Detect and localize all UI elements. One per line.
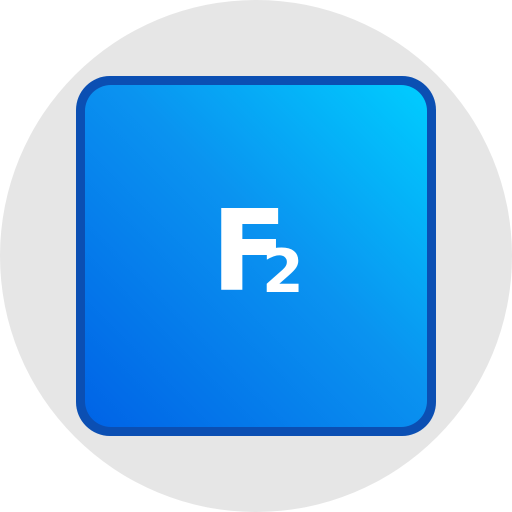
f2-key-icon: F 2 (0, 0, 512, 512)
key-label: F 2 (0, 0, 512, 512)
key-subscript: 2 (262, 237, 304, 307)
